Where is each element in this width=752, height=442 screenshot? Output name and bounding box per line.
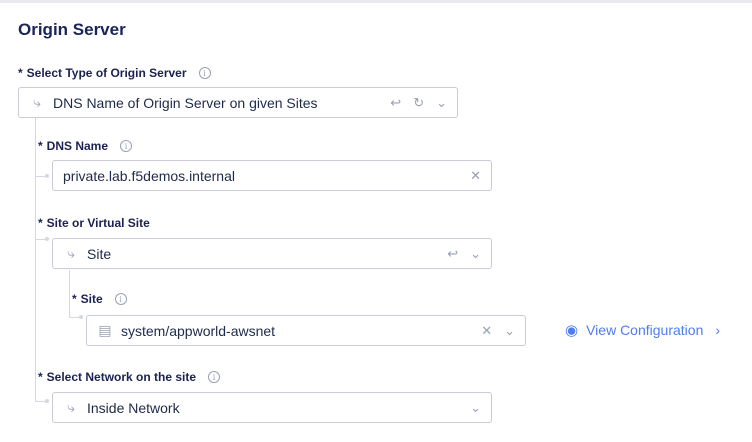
- info-icon[interactable]: i: [198, 67, 211, 79]
- site-label-text: Site: [80, 292, 103, 306]
- site-select[interactable]: ▤ system/appworld-awsnet ✕ ⌄: [86, 315, 526, 346]
- tree-dot: [45, 399, 49, 403]
- dns-name-input[interactable]: private.lab.f5demos.internal ✕: [52, 160, 492, 191]
- chevron-right-icon: ›: [715, 322, 721, 338]
- origin-type-label: * Select Type of Origin Server i: [18, 65, 211, 81]
- site-label: * Site i: [72, 291, 127, 307]
- network-label: * Select Network on the site i: [38, 369, 221, 385]
- tree-dot: [45, 174, 49, 178]
- network-label-text: Select Network on the site: [46, 370, 197, 384]
- branch-icon: ⤷: [67, 245, 75, 261]
- section-title: Origin Server: [18, 20, 126, 39]
- required-marker: *: [38, 139, 43, 153]
- tree-dot: [79, 315, 83, 319]
- site-or-virtual-value: Site: [87, 245, 112, 262]
- tree-line: [35, 118, 36, 402]
- chevron-down-icon[interactable]: ⌄: [470, 400, 481, 416]
- view-configuration-text: View Configuration: [586, 322, 704, 338]
- clear-icon[interactable]: ✕: [481, 323, 492, 339]
- site-or-virtual-label: * Site or Virtual Site: [38, 215, 150, 231]
- origin-type-select[interactable]: ⤷ DNS Name of Origin Server on given Sit…: [18, 87, 458, 118]
- origin-type-label-text: Select Type of Origin Server: [26, 66, 187, 80]
- document-icon: ▤: [98, 322, 112, 338]
- reset-icon[interactable]: ↩: [390, 95, 401, 111]
- chevron-down-icon[interactable]: ⌄: [504, 323, 515, 339]
- network-value: Inside Network: [87, 399, 180, 416]
- chevron-down-icon[interactable]: ⌄: [470, 246, 481, 262]
- required-marker: *: [38, 216, 43, 230]
- info-icon[interactable]: i: [114, 293, 127, 305]
- reset-icon[interactable]: ↩: [447, 246, 458, 262]
- info-icon[interactable]: i: [120, 140, 133, 152]
- site-value: system/appworld-awsnet: [121, 322, 276, 339]
- info-icon[interactable]: i: [208, 371, 221, 383]
- required-marker: *: [18, 66, 23, 80]
- network-select[interactable]: ⤷ Inside Network ⌄: [52, 392, 492, 423]
- dns-name-label: * DNS Name i: [38, 138, 133, 154]
- top-divider: [0, 0, 752, 3]
- required-marker: *: [72, 292, 77, 306]
- refresh-icon[interactable]: ↻: [413, 95, 424, 111]
- site-or-virtual-select[interactable]: ⤷ Site ↩ ⌄: [52, 238, 492, 269]
- tree-line: [69, 270, 70, 317]
- tree-dot: [45, 237, 49, 241]
- dns-name-label-text: DNS Name: [46, 139, 109, 153]
- dns-name-value: private.lab.f5demos.internal: [63, 167, 235, 184]
- branch-icon: ⤷: [67, 399, 75, 415]
- eye-icon: ◉: [565, 322, 579, 339]
- branch-icon: ⤷: [33, 94, 41, 110]
- site-or-virtual-label-text: Site or Virtual Site: [46, 216, 150, 230]
- origin-type-value: DNS Name of Origin Server on given Sites: [53, 94, 318, 111]
- clear-icon[interactable]: ✕: [470, 168, 481, 184]
- required-marker: *: [38, 370, 43, 384]
- view-configuration-link[interactable]: ◉ View Configuration ›: [565, 321, 720, 339]
- chevron-down-icon[interactable]: ⌄: [436, 95, 447, 111]
